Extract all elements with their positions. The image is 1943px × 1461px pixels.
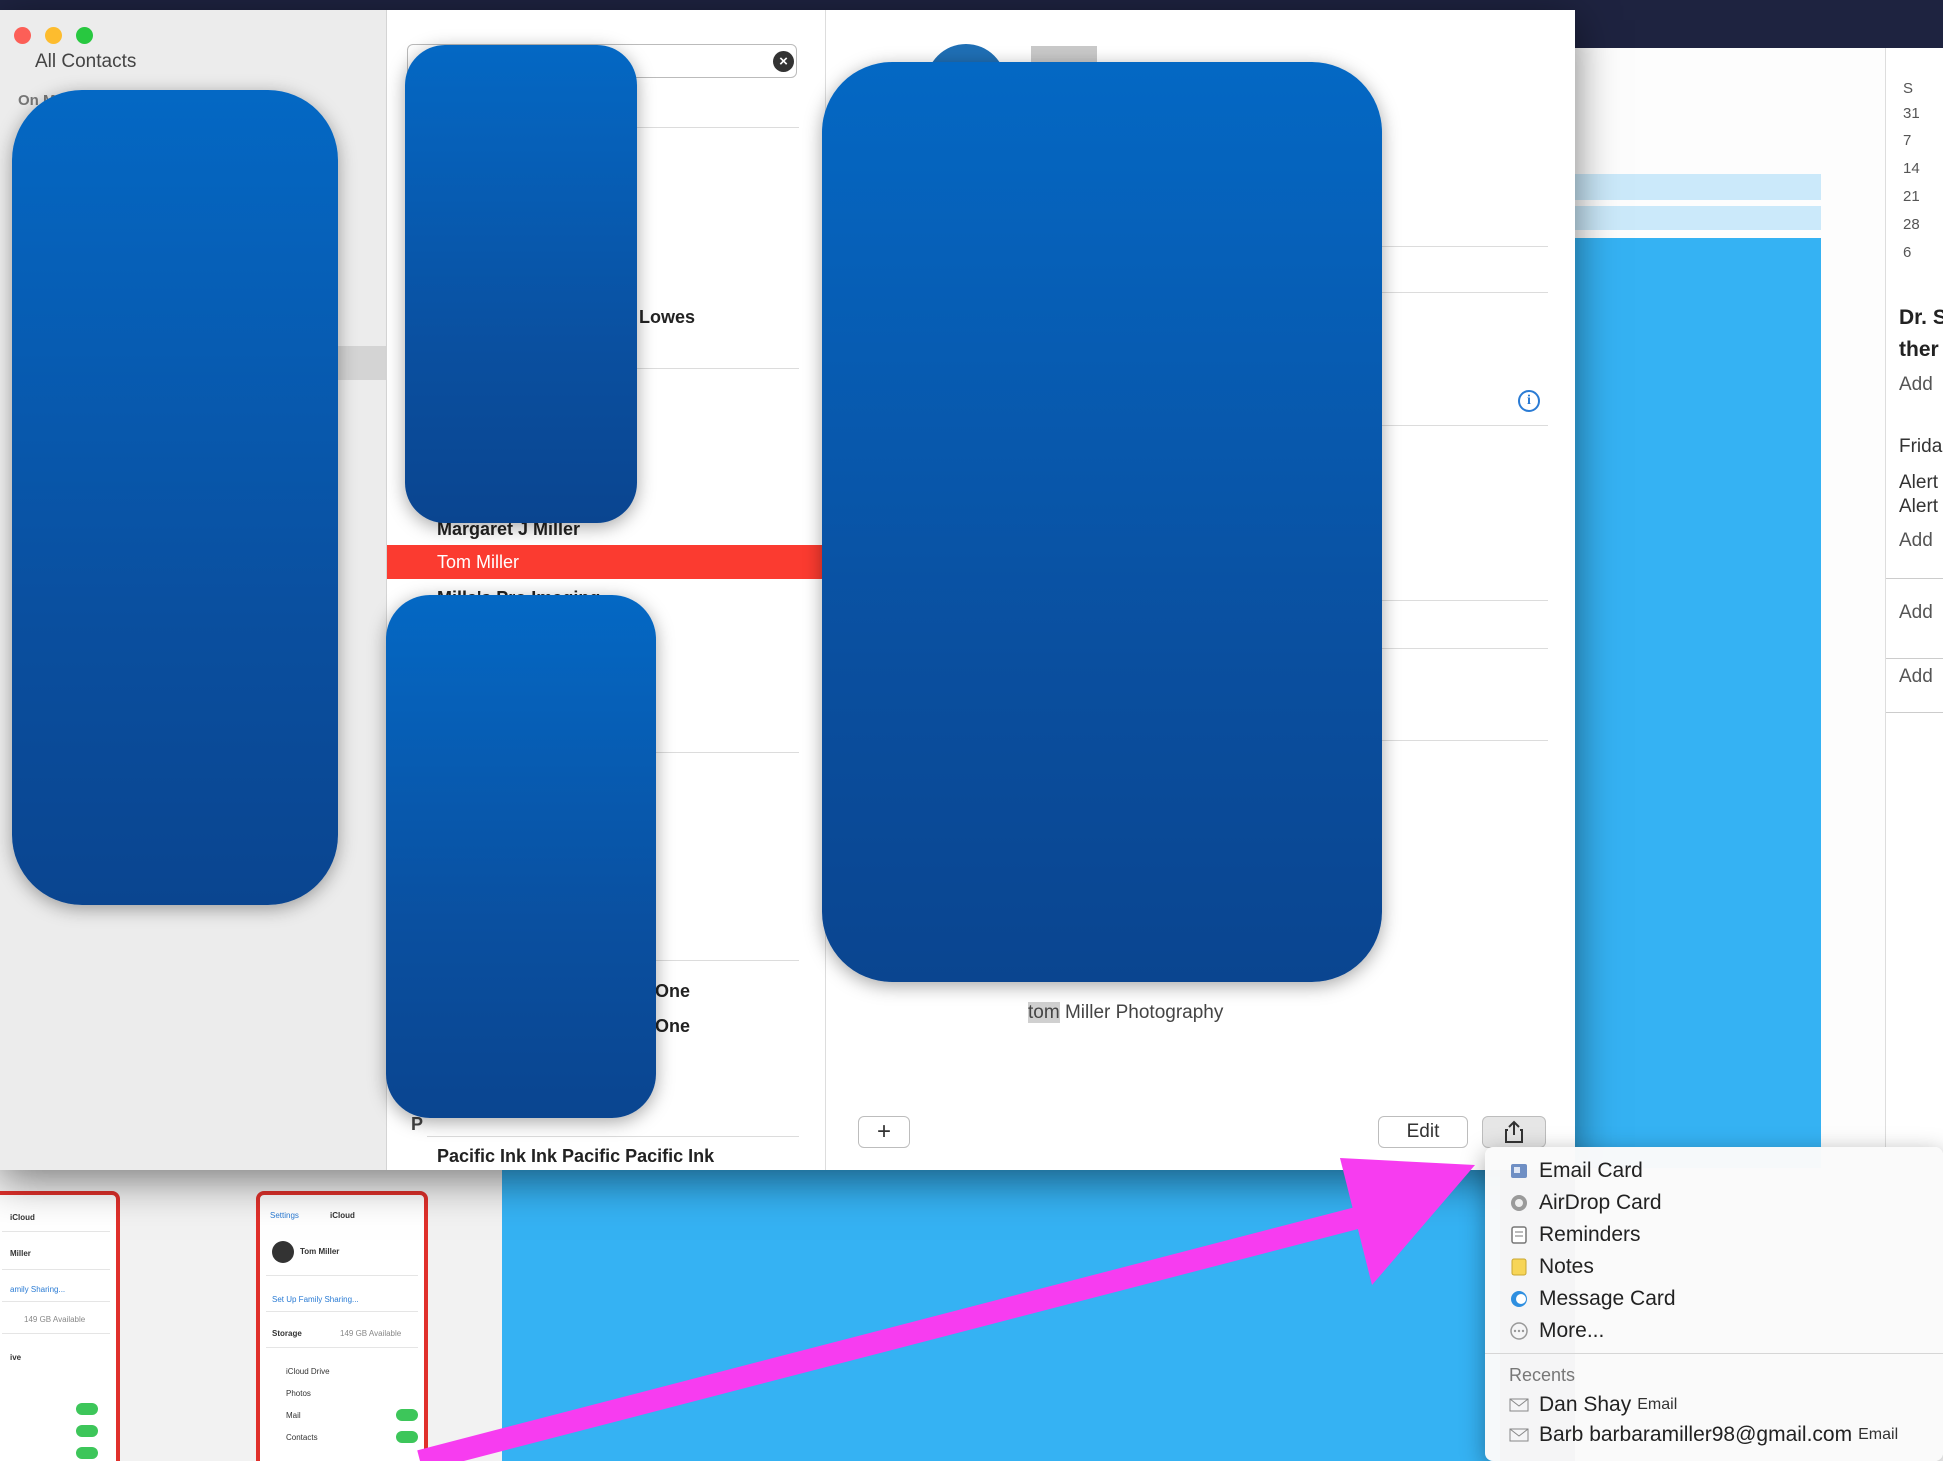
recent-name: Dan Shay <box>1539 1393 1632 1416</box>
add-field-button[interactable]: + <box>858 1116 910 1148</box>
company-name: tom Miller Photography <box>1028 1002 1223 1024</box>
recent-name: Barb barbaramiller98@gmail.com <box>1539 1423 1853 1446</box>
menu-item-email-card[interactable]: Email Card <box>1507 1156 1643 1186</box>
iphone-screenshot-left: iCloud Miller amily Sharing... 149 GB Av… <box>0 1191 120 1461</box>
recents-header: Recents <box>1509 1365 1576 1385</box>
menu-item-more[interactable]: More... <box>1507 1316 1604 1346</box>
toggle-on[interactable] <box>396 1409 418 1421</box>
minimize-button[interactable] <box>45 27 62 44</box>
list-item[interactable]: One <box>655 1016 690 1037</box>
add-invitees[interactable]: Add <box>1899 602 1943 624</box>
recent-item[interactable]: Dan Shay Email <box>1507 1390 1677 1420</box>
reminders-icon <box>1507 1224 1531 1246</box>
menu-item-label: AirDrop Card <box>1539 1191 1662 1214</box>
menu-item-label: Reminders <box>1539 1223 1641 1246</box>
phone-title: iCloud <box>10 1213 35 1222</box>
recent-type: Email <box>1858 1426 1899 1443</box>
iphone-screenshot-right: Settings iCloud Tom Miller Set Up Family… <box>256 1191 428 1461</box>
clear-search-icon[interactable]: × <box>773 51 794 72</box>
calendar-day[interactable]: 31 <box>1903 105 1920 122</box>
calendar-day[interactable]: 6 <box>1903 244 1911 261</box>
phone-family: amily Sharing... <box>10 1285 66 1294</box>
info-icon[interactable]: i <box>1518 390 1540 412</box>
menu-divider <box>1485 1353 1943 1354</box>
event-title: ther <box>1899 338 1939 361</box>
messages-icon <box>1507 1288 1531 1310</box>
selected-contact-row[interactable]: Tom Miller <box>387 545 826 579</box>
phone-back-link[interactable]: Settings <box>270 1211 299 1220</box>
phone-storage: 149 GB Available <box>24 1315 86 1324</box>
redaction-block <box>405 45 637 523</box>
redaction-block <box>12 90 338 905</box>
phone-name: Tom Miller <box>300 1247 340 1256</box>
phone-storage-value: 149 GB Available <box>340 1329 402 1338</box>
toggle-on[interactable] <box>76 1447 98 1459</box>
redaction-block <box>386 595 656 1118</box>
calendar-day[interactable]: 28 <box>1903 216 1920 233</box>
desktop-background <box>500 1165 1500 1461</box>
company-name-rest: Miller Photography <box>1059 1002 1224 1023</box>
add-notes[interactable]: Add <box>1899 666 1943 688</box>
phone-drive: ive <box>10 1353 22 1362</box>
edit-button[interactable]: Edit <box>1378 1116 1468 1148</box>
event-alert[interactable]: Alert <box>1899 496 1943 518</box>
phone-storage-label: Storage <box>272 1329 302 1338</box>
share-icon <box>1505 1120 1523 1143</box>
phone-row-mail[interactable]: Mail <box>286 1411 301 1420</box>
phone-name: Miller <box>10 1249 31 1258</box>
calendar-day[interactable]: 21 <box>1903 188 1920 205</box>
list-item[interactable]: One <box>655 981 690 1002</box>
envelope-icon <box>1507 1394 1531 1416</box>
calendar-day[interactable]: 7 <box>1903 132 1911 149</box>
share-menu: Email Card AirDrop Card Reminders Notes … <box>1485 1147 1943 1461</box>
calendar-day[interactable]: 14 <box>1903 160 1920 177</box>
phone-family[interactable]: Set Up Family Sharing... <box>272 1295 359 1304</box>
phone-row-photos[interactable]: Photos <box>286 1389 311 1398</box>
add-location[interactable]: Add <box>1899 374 1943 396</box>
calendar-day-view <box>1575 48 1885 1168</box>
redaction-block <box>822 62 1382 982</box>
phone-row-icloud-drive[interactable]: iCloud Drive <box>286 1367 330 1376</box>
calendar-day-header: S <box>1903 80 1914 97</box>
menu-item-label: Email Card <box>1539 1159 1643 1182</box>
add-alert[interactable]: Add <box>1899 530 1943 552</box>
menu-item-label: Message Card <box>1539 1287 1676 1310</box>
recent-type: Email <box>1637 1396 1678 1413</box>
notes-icon <box>1507 1256 1531 1278</box>
all-contacts-group[interactable]: All Contacts <box>35 51 136 73</box>
zoom-button[interactable] <box>76 27 93 44</box>
menu-item-reminders[interactable]: Reminders <box>1507 1220 1641 1250</box>
email-card-icon <box>1507 1160 1531 1182</box>
toggle-on[interactable] <box>396 1431 418 1443</box>
calendar-event-block[interactable] <box>1575 238 1821 1168</box>
menu-item-label: More... <box>1539 1319 1605 1342</box>
menu-item-airdrop-card[interactable]: AirDrop Card <box>1507 1188 1662 1218</box>
menu-item-message-card[interactable]: Message Card <box>1507 1284 1676 1314</box>
avatar <box>272 1241 294 1263</box>
event-date[interactable]: Frida <box>1899 436 1943 458</box>
envelope-icon <box>1507 1424 1531 1446</box>
embedded-screenshot-strip: iCloud Miller amily Sharing... 149 GB Av… <box>0 1165 502 1461</box>
airdrop-icon <box>1507 1192 1531 1214</box>
calendar-event-highlight[interactable] <box>1575 174 1821 200</box>
company-name-highlight: tom <box>1028 1002 1060 1023</box>
recent-item[interactable]: Barb barbaramiller98@gmail.com Email <box>1507 1420 1898 1450</box>
phone-row-contacts[interactable]: Contacts <box>286 1433 318 1442</box>
close-button[interactable] <box>14 27 31 44</box>
selected-contact-name: Tom Miller <box>437 552 520 572</box>
share-button[interactable] <box>1482 1116 1546 1148</box>
toggle-on[interactable] <box>76 1425 98 1437</box>
menu-item-label: Notes <box>1539 1255 1594 1278</box>
more-icon <box>1507 1320 1531 1342</box>
phone-title: iCloud <box>330 1211 355 1220</box>
list-item[interactable]: Pacific Ink Ink Pacific Pacific Ink <box>437 1146 714 1167</box>
menu-item-notes[interactable]: Notes <box>1507 1252 1594 1282</box>
calendar-event-highlight[interactable] <box>1575 206 1821 230</box>
event-alert[interactable]: Alert <box>1899 472 1943 494</box>
event-title: Dr. S <box>1899 306 1943 329</box>
toggle-on[interactable] <box>76 1403 98 1415</box>
